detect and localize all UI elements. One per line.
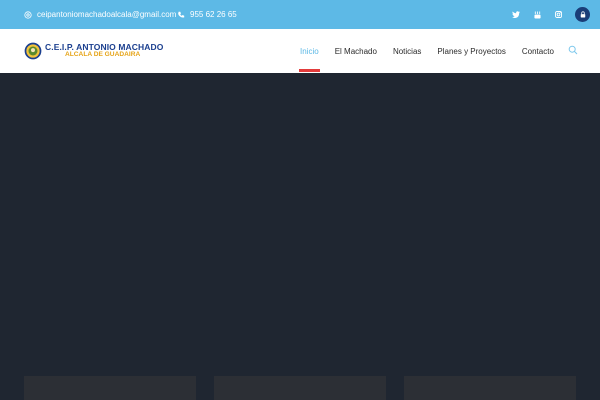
youtube-icon bbox=[533, 11, 541, 18]
instagram-link[interactable] bbox=[548, 5, 568, 25]
phone-contact[interactable]: 955 62 26 65 bbox=[177, 0, 237, 29]
logo-title: C.E.I.P. ANTONIO MACHADO bbox=[45, 41, 164, 52]
hero-section bbox=[0, 73, 600, 400]
nav-item-noticias[interactable]: Noticias bbox=[393, 29, 421, 73]
account-button[interactable] bbox=[575, 7, 590, 22]
site-logo[interactable]: C.E.I.P. ANTONIO MACHADO ALCALA DE GUADA… bbox=[24, 42, 163, 60]
feature-card[interactable] bbox=[24, 376, 196, 400]
nav-item-el-machado[interactable]: El Machado bbox=[335, 29, 377, 73]
site-header: C.E.I.P. ANTONIO MACHADO ALCALA DE GUADA… bbox=[0, 29, 600, 73]
instagram-icon bbox=[554, 11, 562, 18]
search-icon[interactable] bbox=[568, 45, 578, 55]
school-seal-icon bbox=[24, 42, 42, 60]
twitter-link[interactable] bbox=[506, 5, 526, 25]
phone-icon bbox=[178, 11, 185, 18]
user-icon bbox=[580, 11, 585, 18]
feature-card[interactable] bbox=[404, 376, 576, 400]
social-links bbox=[505, 0, 590, 29]
nav-item-contacto[interactable]: Contacto bbox=[522, 29, 554, 73]
nav-item-inicio[interactable]: Inicio bbox=[299, 29, 320, 73]
email-icon bbox=[24, 10, 32, 19]
youtube-link[interactable] bbox=[527, 5, 547, 25]
twitter-icon bbox=[512, 11, 520, 18]
main-nav: Inicio El Machado Noticias Planes y Proy… bbox=[299, 29, 554, 73]
logo-subtitle: ALCALA DE GUADAIRA bbox=[65, 51, 141, 59]
email-contact[interactable]: ceipantoniomachadoalcala@gmail.com bbox=[24, 0, 176, 29]
top-bar: ceipantoniomachadoalcala@gmail.com 955 6… bbox=[0, 0, 600, 29]
email-text: ceipantoniomachadoalcala@gmail.com bbox=[37, 10, 177, 19]
nav-item-planes-y-proyectos[interactable]: Planes y Proyectos bbox=[437, 29, 505, 73]
phone-text: 955 62 26 65 bbox=[190, 10, 237, 19]
feature-card[interactable] bbox=[214, 376, 386, 400]
